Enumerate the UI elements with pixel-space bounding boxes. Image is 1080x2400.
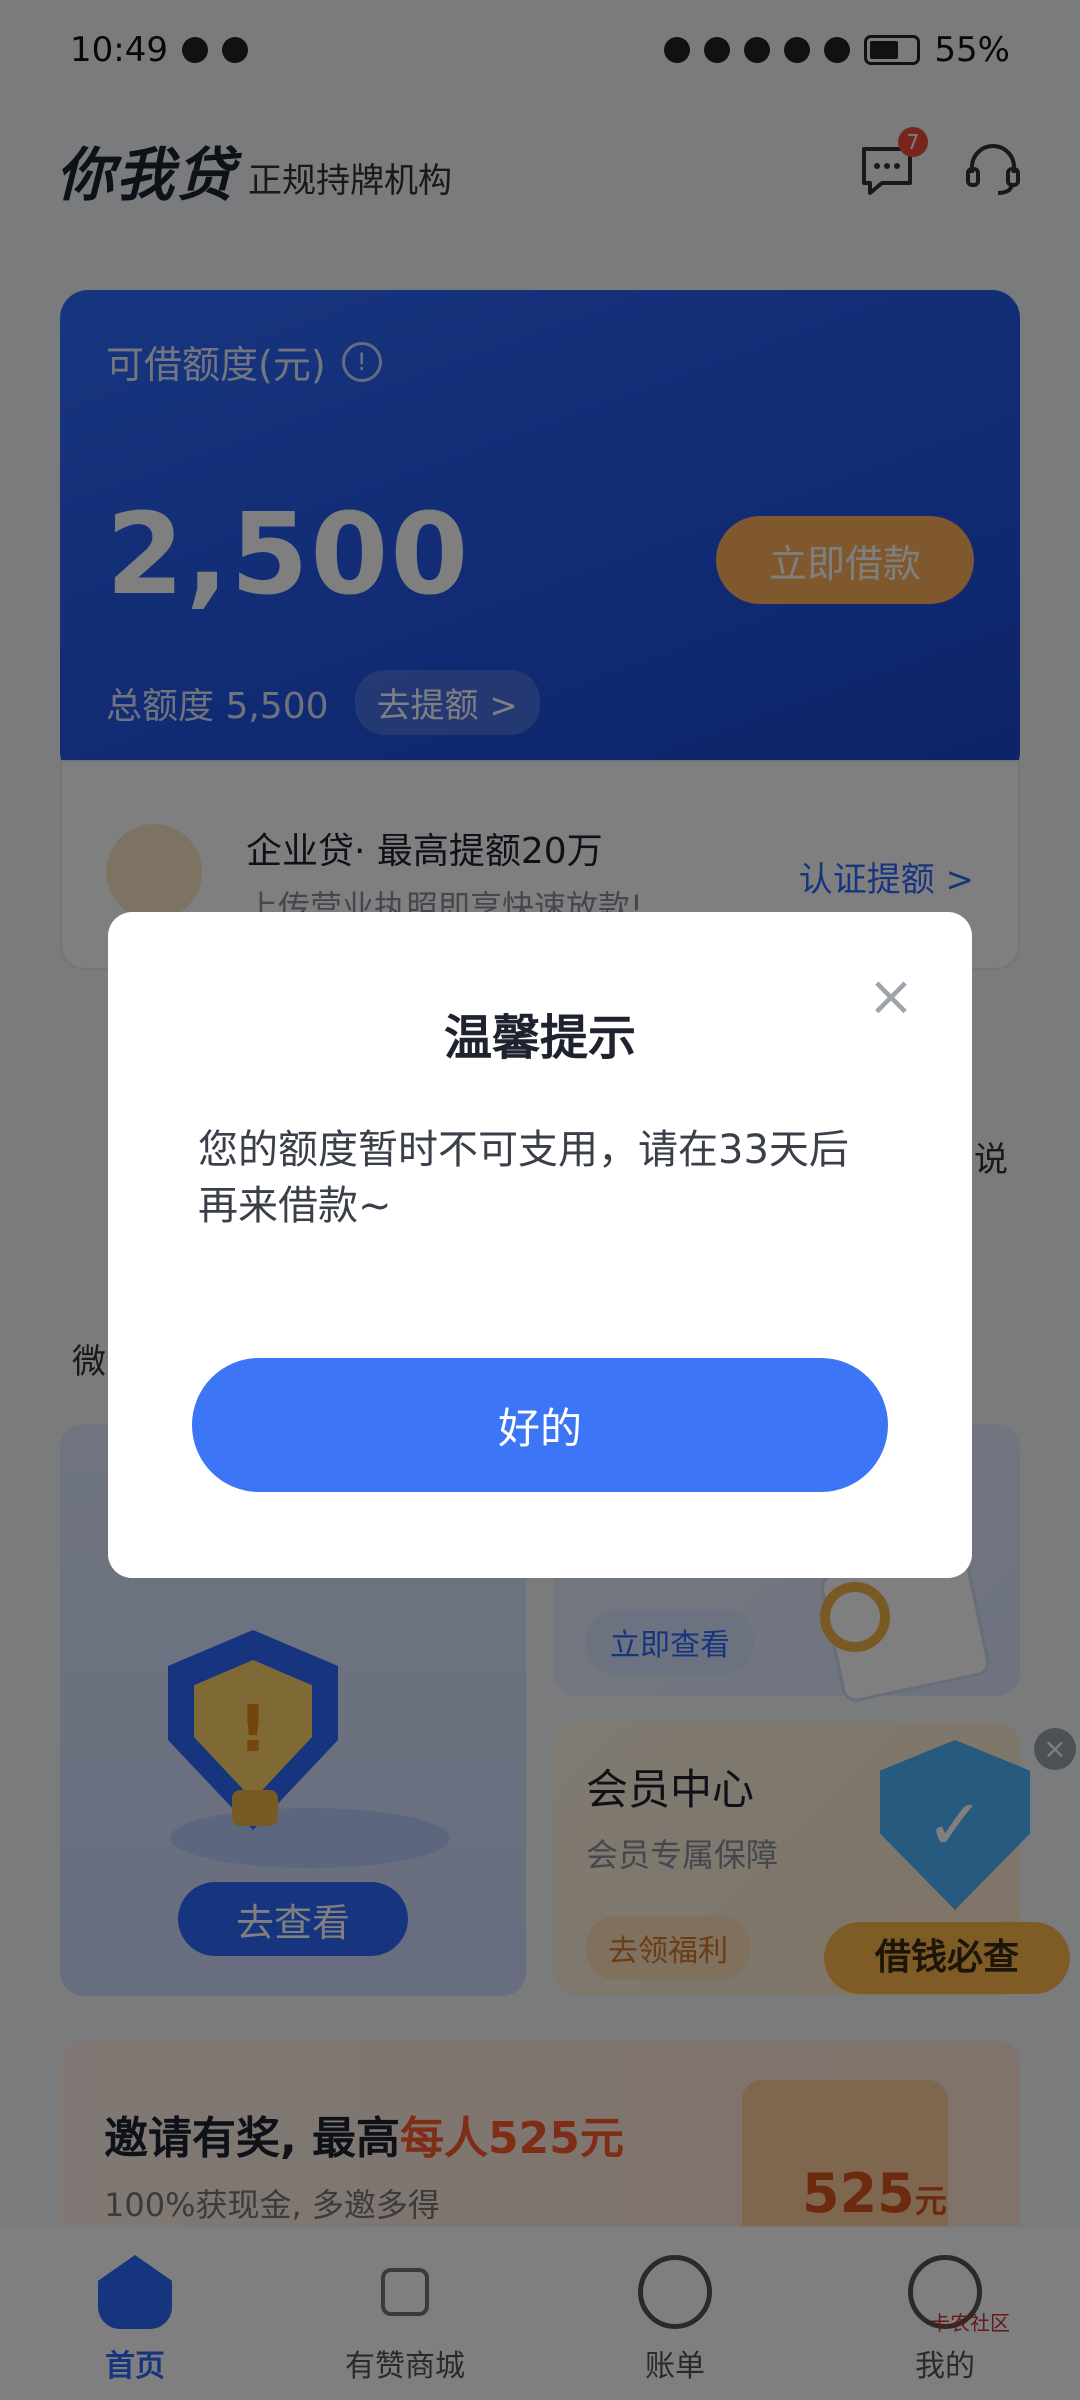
close-icon[interactable]: × bbox=[866, 969, 916, 1025]
dialog-title: 温馨提示 bbox=[443, 1010, 636, 1066]
notice-dialog: 温馨提示 × 您的额度暂时不可支用，请在33天后再来借款~ 好的 bbox=[108, 912, 972, 1578]
dialog-message: 您的额度暂时不可支用，请在33天后再来借款~ bbox=[198, 1127, 849, 1229]
ok-button[interactable]: 好的 bbox=[192, 1358, 888, 1492]
